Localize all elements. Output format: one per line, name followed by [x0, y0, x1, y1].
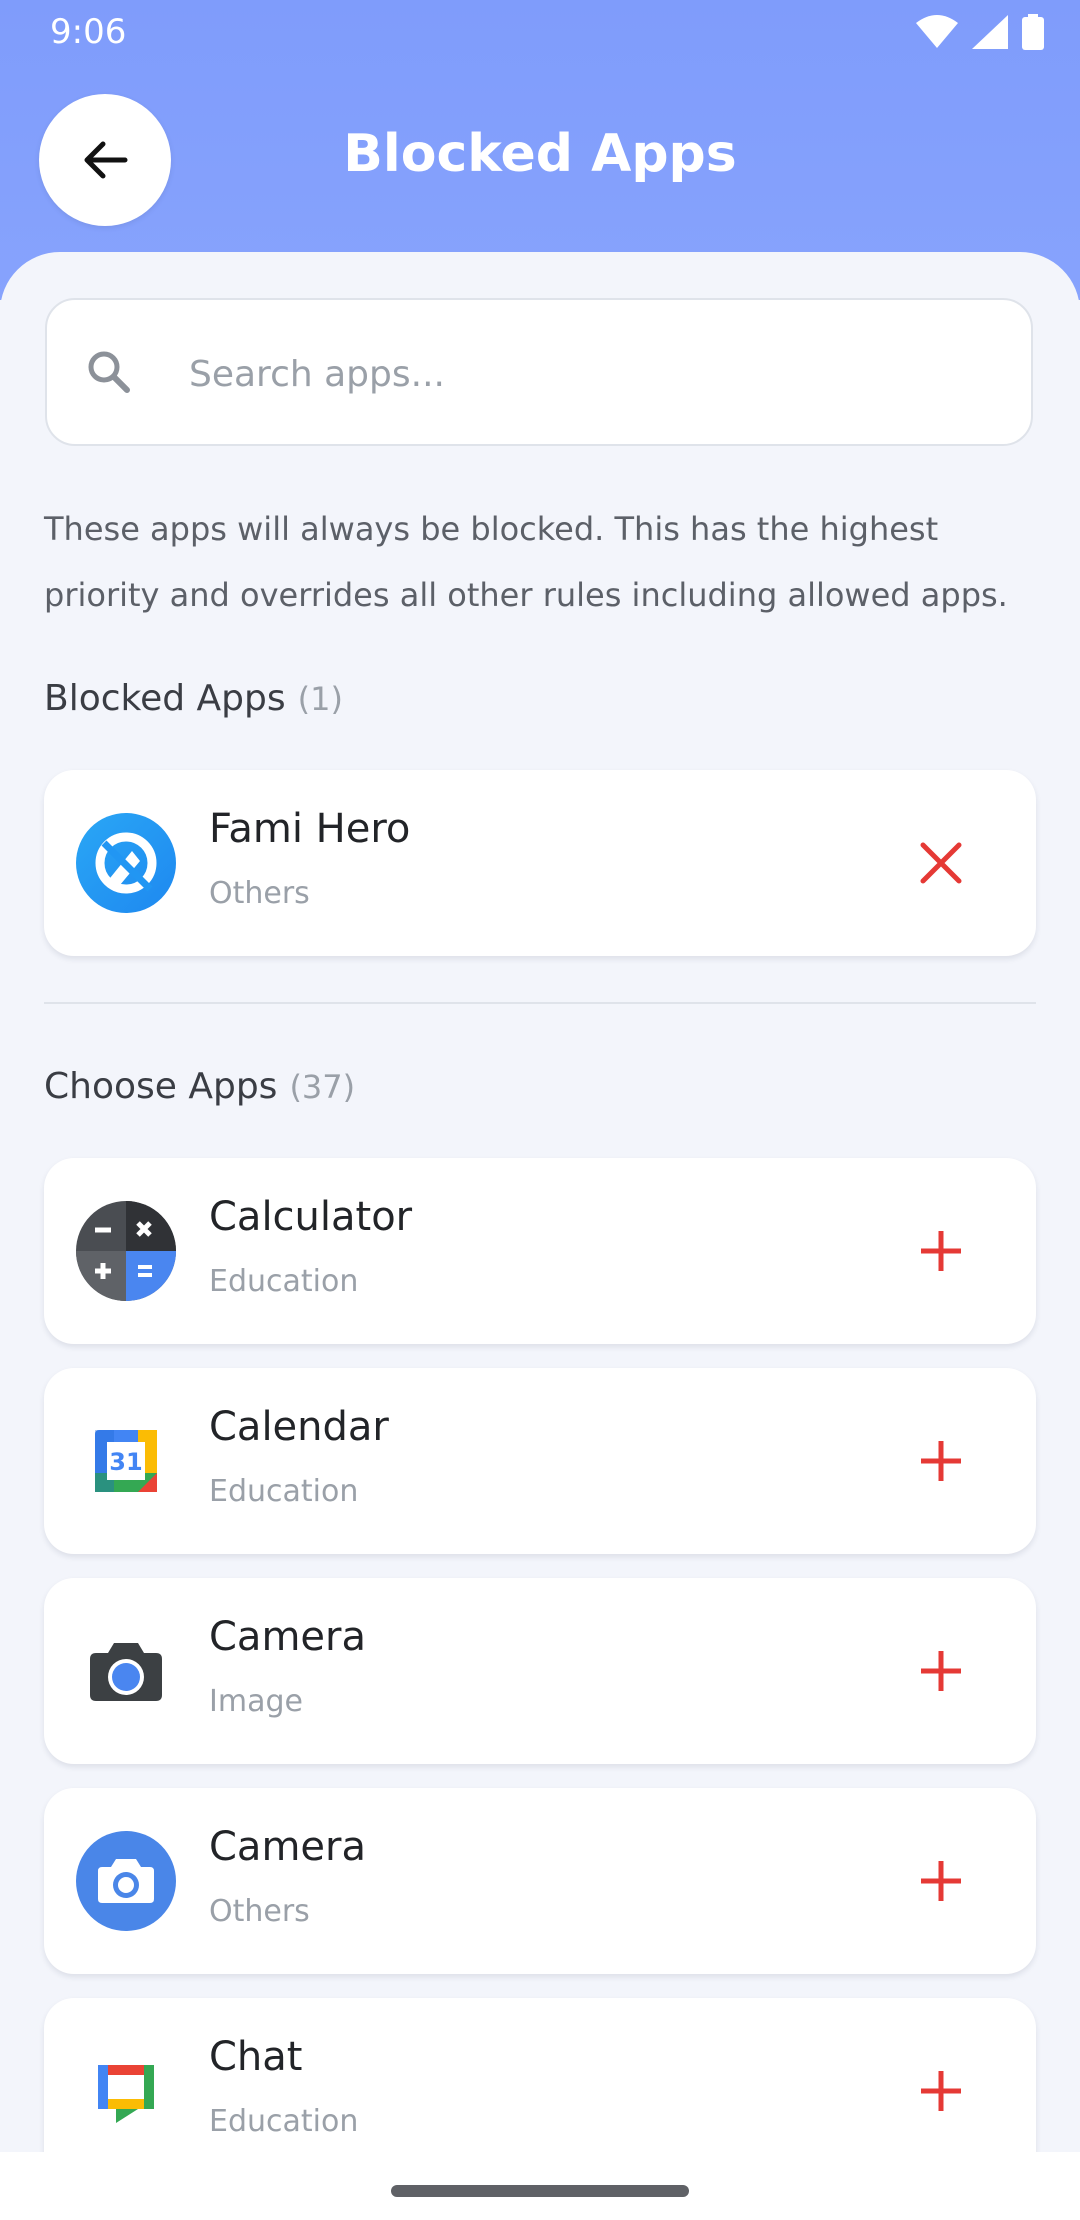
app-name: Calendar	[209, 1404, 389, 1450]
home-gesture-handle[interactable]	[391, 2185, 689, 2197]
app-name: Fami Hero	[209, 806, 411, 852]
chat-icon	[98, 2065, 154, 2123]
choose-section-count: (37)	[289, 1068, 356, 1106]
remove-app-button[interactable]	[908, 830, 974, 896]
app-category: Image	[209, 1684, 303, 1719]
fami-hero-icon	[76, 813, 176, 913]
choose-section-title: Choose Apps (37)	[44, 1066, 355, 1107]
blocked-section-title: Blocked Apps (1)	[44, 678, 343, 719]
content-panel: These apps will always be blocked. This …	[0, 252, 1080, 2220]
status-icons	[916, 14, 1044, 50]
app-category: Education	[209, 1264, 359, 1299]
close-icon	[920, 842, 962, 884]
add-app-button[interactable]	[908, 2058, 974, 2124]
description-text: These apps will always be blocked. This …	[44, 510, 1008, 614]
calendar-day-text: 31	[109, 1448, 142, 1476]
wifi-icon	[916, 15, 958, 48]
status-bar: 9:06	[0, 0, 1080, 66]
blocked-app-card[interactable]: Fami Hero Others	[44, 770, 1036, 956]
navigation-bar	[0, 2152, 1080, 2220]
signal-icon	[972, 15, 1008, 49]
app-card-calculator[interactable]: Calculator Education	[44, 1158, 1036, 1344]
search-icon	[88, 351, 130, 393]
section-divider	[44, 1002, 1036, 1004]
status-time: 9:06	[50, 12, 127, 52]
app-card-camera-others[interactable]: Camera Others	[44, 1788, 1036, 1974]
add-app-button[interactable]	[908, 1638, 974, 1704]
app-name: Camera	[209, 1824, 366, 1870]
camera-round-icon	[76, 1831, 176, 1931]
app-card-camera-image[interactable]: Camera Image	[44, 1578, 1036, 1764]
plus-icon	[921, 1441, 961, 1481]
app-category: Education	[209, 2104, 359, 2139]
app-name: Calculator	[209, 1194, 413, 1240]
blocked-section-count: (1)	[297, 680, 343, 718]
app-name: Camera	[209, 1614, 366, 1660]
add-app-button[interactable]	[908, 1428, 974, 1494]
page-title: Blocked Apps	[343, 124, 737, 184]
app-category: Education	[209, 1474, 359, 1509]
plus-icon	[921, 1651, 961, 1691]
plus-icon	[921, 1861, 961, 1901]
app-category: Others	[209, 1894, 310, 1929]
app-name: Chat	[209, 2034, 303, 2080]
add-app-button[interactable]	[908, 1848, 974, 1914]
blocked-section-label: Blocked Apps	[44, 678, 286, 719]
add-app-button[interactable]	[908, 1218, 974, 1284]
battery-icon	[1022, 14, 1044, 50]
plus-icon	[921, 2071, 961, 2111]
search-input[interactable]	[187, 338, 991, 410]
choose-section-label: Choose Apps	[44, 1066, 278, 1107]
plus-icon	[921, 1231, 961, 1271]
app-category: Others	[209, 876, 310, 911]
calendar-icon: 31	[95, 1430, 157, 1492]
search-box[interactable]	[45, 298, 1033, 446]
app-card-calendar[interactable]: 31 Calendar Education	[44, 1368, 1036, 1554]
camera-icon	[90, 1643, 162, 1701]
calculator-icon	[76, 1201, 176, 1301]
